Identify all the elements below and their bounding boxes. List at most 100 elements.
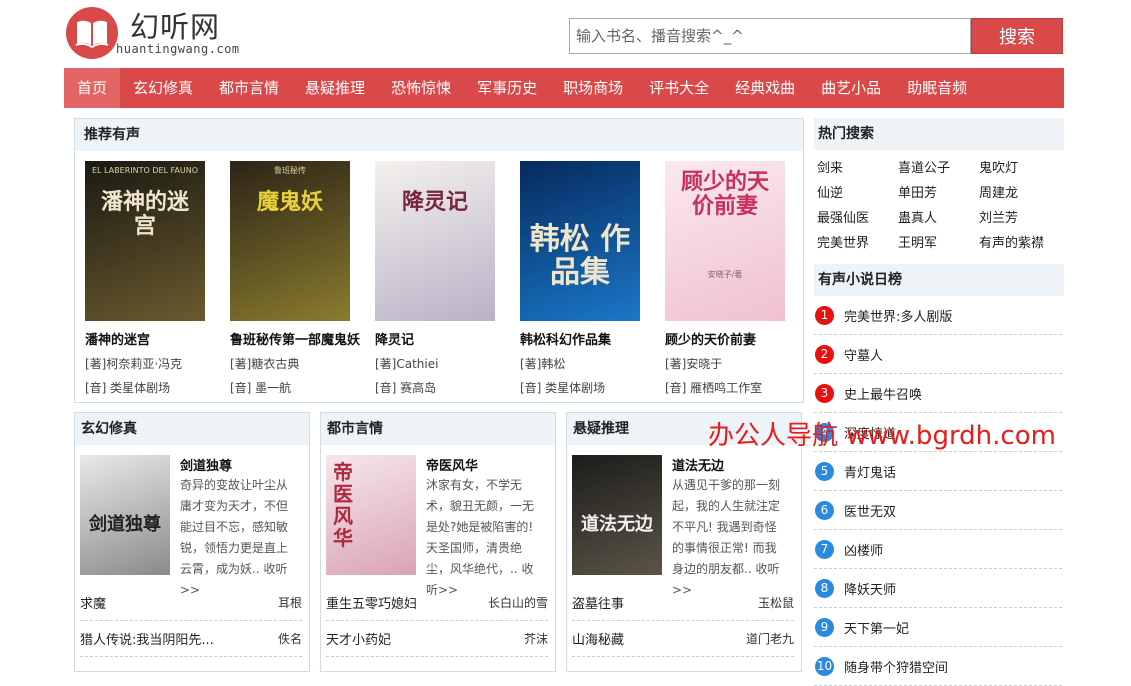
rank-title[interactable]: 降妖天师 (844, 579, 896, 598)
nav-item[interactable]: 职场商场 (550, 68, 636, 108)
cover-title: 潘神的迷宫 (100, 190, 189, 240)
watermark: 办公人导航 www.bgrdh.com (708, 421, 1056, 451)
book-cover[interactable]: 魔鬼妖 鲁班秘传 (230, 161, 350, 321)
category-item-title[interactable]: 天才小药妃 (326, 629, 391, 648)
book-card[interactable]: 潘神的迷宫 EL LABERINTO DEL FAUNO 潘神的迷宫 [著]柯奈莉亚·… (85, 161, 225, 396)
category-list-item[interactable]: 求魔 耳根 (80, 585, 302, 621)
header: 幻听网 huantingwang.com 搜索 (64, 0, 1064, 68)
daily-rank-heading: 有声小说日榜 (814, 264, 1064, 296)
book-card[interactable]: 魔鬼妖 鲁班秘传 鲁班秘传第一部魔鬼妖 [著]糖衣古典 [音] 墨一航 (230, 161, 370, 396)
rank-title[interactable]: 随身带个狩猎空间 (844, 657, 948, 676)
category-item-title[interactable]: 盗墓往事 (572, 593, 624, 612)
rank-title[interactable]: 守墓人 (844, 345, 883, 364)
book-card[interactable]: 韩松 作品集 韩松科幻作品集 [著]韩松 [音] 类星体剧场 (520, 161, 660, 396)
nav-item[interactable]: 助眠音频 (894, 68, 980, 108)
hot-search-link[interactable]: 刘兰芳 (979, 206, 1060, 231)
hot-search-list: 剑来 喜道公子 鬼吹灯仙逆 单田芳 周建龙最强仙医 蛊真人 刘兰芳完美世界 王明军 有声的紫襟 (814, 150, 1064, 256)
featured-book[interactable]: 道法无边 道法无边 从遇见干爹的那一刻起，我的人生就注定不平凡! 我遇到奇怪的事情很… (572, 455, 798, 597)
hot-search-link[interactable]: 剑来 (817, 156, 898, 181)
hot-search-link[interactable]: 蛊真人 (898, 206, 979, 231)
book-title[interactable]: 降灵记 (375, 329, 515, 348)
category-heading[interactable]: 玄幻修真 (75, 413, 309, 445)
featured-cover-title: 帝医风华 (333, 460, 353, 550)
hot-search-link[interactable]: 喜道公子 (898, 156, 979, 181)
featured-book[interactable]: 剑道独尊 剑道独尊 奇异的变故让叶尘从庸才变为天才，不但能过目不忘，感知敏锐，领悟力… (80, 455, 306, 597)
nav-item[interactable]: 经典戏曲 (722, 68, 808, 108)
category-list-item[interactable]: 天才小药妃 芥沫 (326, 621, 548, 657)
featured-cover[interactable]: 帝医风华 (326, 455, 416, 575)
category-list-item[interactable]: 山海秘藏 道门老九 (572, 621, 794, 657)
rank-item[interactable]: 10 随身带个狩猎空间 (814, 647, 1062, 686)
featured-cover[interactable]: 道法无边 (572, 455, 662, 575)
book-cover[interactable]: 降灵记 (375, 161, 495, 321)
hot-search-link[interactable]: 周建龙 (979, 181, 1060, 206)
category-item-title[interactable]: 山海秘藏 (572, 629, 624, 648)
category-list-item[interactable]: 盗墓往事 玉松鼠 (572, 585, 794, 621)
nav-item[interactable]: 玄幻修真 (120, 68, 206, 108)
book-logo-icon[interactable] (66, 7, 118, 59)
rank-title[interactable]: 史上最牛召唤 (844, 384, 922, 403)
book-card[interactable]: 顾少的天价前妻 安晓子/著顾少的天价前妻 [著]安晓于 [音] 雁栖鸣工作室 (665, 161, 805, 396)
rank-item[interactable]: 2 守墓人 (814, 335, 1062, 374)
category-list-item[interactable]: 重生五零巧媳妇 长白山的雪 (326, 585, 548, 621)
featured-title[interactable]: 剑道独尊 (180, 455, 232, 474)
rank-item[interactable]: 7 凶楼师 (814, 530, 1062, 569)
recommend-panel: 推荐有声 潘神的迷宫 EL LABERINTO DEL FAUNO 潘神的迷宫 [著]… (74, 118, 804, 403)
rank-number-badge: 8 (815, 578, 834, 598)
daily-rank-list: 1 完美世界:多人剧版 2 守墓人 3 史上最牛召唤 4 深度惊道 5 青灯鬼话 6 医世无双 7 凶楼师… (814, 296, 1064, 686)
hot-search-link[interactable]: 最强仙医 (817, 206, 898, 231)
rank-item[interactable]: 6 医世无双 (814, 491, 1062, 530)
category-item-author: 芥沫 (523, 632, 548, 646)
hot-search-link[interactable]: 单田芳 (898, 181, 979, 206)
hot-search-link[interactable]: 仙逆 (817, 181, 898, 206)
nav-item[interactable]: 评书大全 (636, 68, 722, 108)
featured-description: 沐家有女，不学无术，貌丑无颜，一无是处?她是被陷害的! 天圣国师，清贵绝尘，风华… (426, 478, 535, 597)
nav-item[interactable]: 首页 (64, 68, 121, 108)
category-item-title[interactable]: 求魔 (80, 593, 106, 612)
featured-title[interactable]: 帝医风华 (426, 455, 478, 474)
book-author: [著]柯奈莉亚·冯克 (85, 357, 183, 371)
nav-item[interactable]: 悬疑推理 (292, 68, 378, 108)
hot-search-link[interactable]: 王明军 (898, 231, 979, 256)
nav-item[interactable]: 曲艺小品 (808, 68, 894, 108)
book-cover[interactable]: 潘神的迷宫 EL LABERINTO DEL FAUNO (85, 161, 205, 321)
rank-title[interactable]: 凶楼师 (844, 540, 883, 559)
rank-title[interactable]: 天下第一妃 (844, 618, 909, 637)
category-heading[interactable]: 都市言情 (321, 413, 555, 445)
rank-item[interactable]: 1 完美世界:多人剧版 (814, 296, 1062, 335)
rank-title[interactable]: 医世无双 (844, 501, 896, 520)
book-title[interactable]: 韩松科幻作品集 (520, 329, 660, 348)
book-cover[interactable]: 韩松 作品集 (520, 161, 640, 321)
book-narrator: [音] 雁栖鸣工作室 (665, 381, 763, 395)
search-input[interactable] (569, 18, 971, 54)
search-button[interactable]: 搜索 (971, 18, 1063, 54)
book-card[interactable]: 降灵记 降灵记 [著]Cathiei [音] 赛高岛 (375, 161, 515, 396)
rank-item[interactable]: 8 降妖天师 (814, 569, 1062, 608)
site-name[interactable]: 幻听网 (130, 4, 220, 46)
category-item-title[interactable]: 重生五零巧媳妇 (326, 593, 417, 612)
category-list-item[interactable]: 猎人传说:我当阴阳先... 佚名 (80, 621, 302, 657)
featured-cover[interactable]: 剑道独尊 (80, 455, 170, 575)
rank-title[interactable]: 完美世界:多人剧版 (844, 306, 952, 325)
book-author: [著]安晓于 (665, 357, 723, 371)
book-narrator: [音] 类星体剧场 (85, 381, 171, 395)
hot-search-link[interactable]: 鬼吹灯 (979, 156, 1060, 181)
hot-search-link[interactable]: 完美世界 (817, 231, 898, 256)
nav-item[interactable]: 都市言情 (206, 68, 292, 108)
book-title[interactable]: 顾少的天价前妻 (665, 329, 805, 348)
book-cover[interactable]: 顾少的天价前妻 安晓子/著 (665, 161, 785, 321)
featured-title[interactable]: 道法无边 (672, 455, 724, 474)
nav-item[interactable]: 恐怖惊悚 (378, 68, 464, 108)
rank-item[interactable]: 3 史上最牛召唤 (814, 374, 1062, 413)
nav-item[interactable]: 军事历史 (464, 68, 550, 108)
book-title[interactable]: 鲁班秘传第一部魔鬼妖 (230, 329, 370, 348)
featured-book[interactable]: 帝医风华 帝医风华 沐家有女，不学无术，貌丑无颜，一无是处?她是被陷害的! 天圣国师… (326, 455, 552, 597)
category-item-title[interactable]: 猎人传说:我当阴阳先... (80, 629, 214, 648)
rank-title[interactable]: 青灯鬼话 (844, 462, 896, 481)
book-title[interactable]: 潘神的迷宫 (85, 329, 225, 348)
rank-item[interactable]: 9 天下第一妃 (814, 608, 1062, 647)
hot-search-link[interactable]: 有声的紫襟 (979, 231, 1060, 256)
category-item-author: 玉松鼠 (757, 596, 794, 610)
book-author: [著]Cathiei (375, 357, 439, 371)
rank-item[interactable]: 5 青灯鬼话 (814, 452, 1062, 491)
